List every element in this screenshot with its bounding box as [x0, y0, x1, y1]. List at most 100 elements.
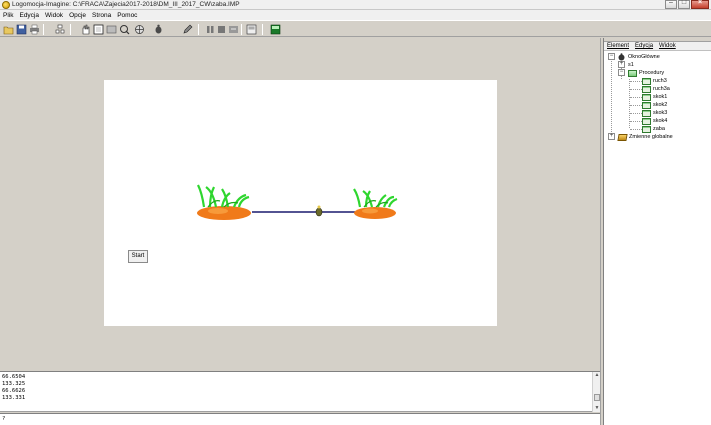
command-line: ? — [0, 413, 600, 425]
turtle-icon — [617, 53, 626, 61]
scene-drawing — [197, 184, 398, 220]
rectangle-icon[interactable] — [106, 24, 117, 35]
hand-icon[interactable] — [80, 24, 91, 35]
command-input[interactable] — [8, 415, 596, 424]
project-tree: − OknoGłówne + s1 − Procedury ruch3 ruch… — [604, 52, 711, 425]
page-canvas[interactable]: Start — [104, 80, 497, 326]
tree-guide — [630, 81, 642, 82]
menu-plik[interactable]: Plik — [3, 12, 13, 19]
tree-guide — [630, 105, 642, 106]
pages-icon[interactable] — [55, 24, 66, 35]
tree-guide — [630, 113, 642, 114]
tree-menu-edycja[interactable]: Edycja — [635, 43, 653, 49]
tree-node-procedure[interactable]: zaba — [642, 125, 665, 133]
tree-globals-label: Zmienne globalne — [629, 134, 673, 140]
save-icon[interactable] — [16, 24, 27, 35]
title-bar: Logomocja-Imagine: C:\FRACA\Zajecia2017-… — [0, 0, 711, 10]
history-line: 66.6626 — [2, 388, 26, 394]
history-line: 133.325 — [2, 381, 26, 387]
menu-widok[interactable]: Widok — [45, 12, 63, 19]
tree-node-procedure[interactable]: skok3 — [642, 109, 667, 117]
open-icon[interactable] — [3, 24, 14, 35]
scroll-up-icon[interactable]: ▲ — [593, 372, 601, 379]
frog-turtle — [315, 205, 323, 217]
turtle-icon[interactable] — [153, 24, 164, 35]
tree-node-procedure[interactable]: skok2 — [642, 101, 667, 109]
tree-node-procedure[interactable]: skok4 — [642, 117, 667, 125]
tree-menu-element[interactable]: Element — [607, 43, 629, 49]
procedure-label: zaba — [653, 126, 665, 132]
scroll-down-icon[interactable]: ▼ — [593, 405, 601, 412]
expand-s1-icon[interactable]: + — [618, 61, 625, 68]
history-scrollbar[interactable]: ▲ ▼ — [592, 372, 600, 412]
tree-s1-label: s1 — [628, 62, 634, 68]
close-button[interactable]: × — [691, 0, 709, 9]
tree-node-root[interactable]: OknoGłówne — [617, 53, 660, 61]
menu-strona[interactable]: Strona — [92, 12, 111, 19]
tree-node-globals[interactable]: Zmienne globalne — [617, 133, 673, 141]
tree-guide — [611, 57, 612, 136]
window-controls: – □ × — [665, 0, 709, 9]
tree-node-procedure[interactable]: skok1 — [642, 93, 667, 101]
procedure-icon — [642, 77, 651, 85]
command-prompt: ? — [2, 416, 6, 422]
expand-globals-icon[interactable]: + — [608, 133, 615, 140]
menu-opcje[interactable]: Opcje — [69, 12, 86, 19]
tree-node-procedure[interactable]: ruch3 — [642, 77, 667, 85]
toolbar-separator — [43, 24, 44, 35]
tree-menu-widok[interactable]: Widok — [659, 43, 676, 49]
tree-node-s1[interactable]: s1 — [628, 61, 634, 69]
tree-guide — [630, 89, 642, 90]
frame-icon[interactable] — [93, 24, 104, 35]
minimize-icon: – — [669, 0, 673, 6]
tree-node-procedure[interactable]: ruch3a — [642, 85, 670, 93]
menu-edycja[interactable]: Edycja — [19, 12, 39, 19]
maximize-button[interactable]: □ — [678, 0, 690, 9]
procedure-label: ruch3a — [653, 86, 670, 92]
screen-icon[interactable] — [270, 24, 281, 35]
procedure-icon — [642, 109, 651, 117]
menu-pomoc[interactable]: Pomoc — [117, 12, 137, 19]
start-button[interactable]: Start — [128, 250, 148, 263]
main-area: Start — [0, 38, 600, 371]
run-icon[interactable] — [216, 24, 227, 35]
carrot-patch-left — [197, 184, 251, 220]
network-icon[interactable] — [134, 24, 145, 35]
toolbar — [0, 20, 711, 37]
pen-icon[interactable] — [182, 24, 193, 35]
tree-guide — [630, 129, 642, 130]
tree-guide — [630, 121, 642, 122]
procedure-label: skok1 — [653, 94, 668, 100]
project-tree-pane: Element Edycja Widok − OknoGłówne + s1 −… — [603, 38, 711, 425]
expand-root-icon[interactable]: − — [608, 53, 615, 60]
tree-guide — [630, 97, 642, 98]
procedure-icon — [642, 117, 651, 125]
folder-icon — [628, 69, 637, 77]
print-icon[interactable] — [29, 24, 40, 35]
history-lines: 66.6504 133.325 66.6626 133.331 — [2, 374, 25, 402]
procedure-icon — [642, 125, 651, 133]
tree-node-procedures[interactable]: Procedury — [628, 69, 664, 77]
procedure-icon — [642, 93, 651, 101]
close-icon: × — [697, 0, 703, 6]
scroll-thumb[interactable] — [594, 394, 600, 401]
tree-procedures-label: Procedury — [639, 70, 665, 76]
history-line: 133.331 — [2, 395, 26, 401]
procedure-icon — [642, 101, 651, 109]
toolbar-separator — [198, 24, 199, 35]
procedure-label: skok4 — [653, 118, 668, 124]
paint-icon[interactable] — [119, 24, 130, 35]
toolbar-separator — [70, 24, 71, 35]
expand-procedures-icon[interactable]: − — [618, 69, 625, 76]
command-history[interactable]: 66.6504 133.325 66.6626 133.331 ▲ ▼ — [0, 372, 600, 412]
tree-root-label: OknoGłówne — [628, 54, 660, 60]
slide-icon[interactable] — [228, 24, 239, 35]
globals-icon — [617, 133, 628, 141]
toolbar-separator — [262, 24, 263, 35]
carrot-patch-right — [353, 188, 398, 219]
minimize-button[interactable]: – — [665, 0, 677, 9]
procedure-icon — [642, 85, 651, 93]
control-panel-icon[interactable] — [246, 24, 257, 35]
stop-icon[interactable] — [205, 24, 216, 35]
menu-bar: Plik Edycja Widok Opcje Strona Pomoc — [0, 10, 711, 20]
